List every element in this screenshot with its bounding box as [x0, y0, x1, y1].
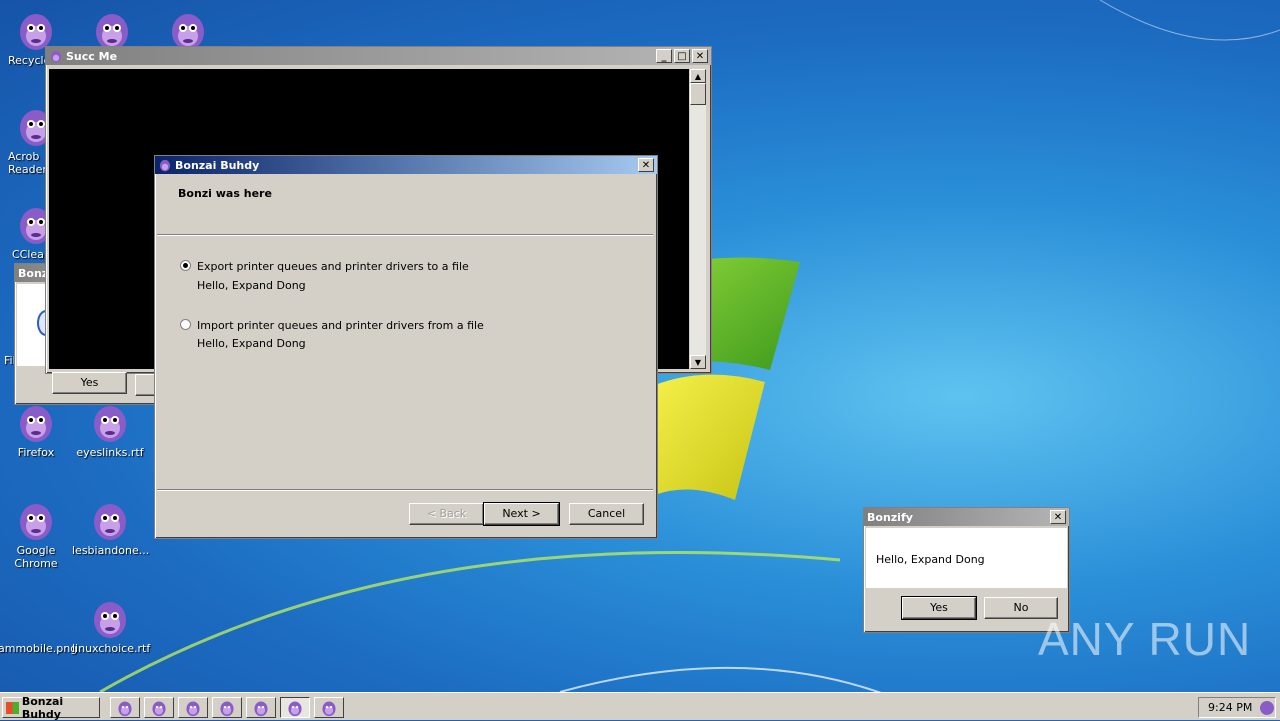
bonzai-buhdy-wizard[interactable]: Bonzai Buhdy ✕ Bonzi was here Export pri… — [154, 155, 658, 539]
header-divider — [157, 234, 653, 236]
desktop-icon-linuxchoice[interactable]: linuxchoice.rtf — [72, 596, 151, 655]
desktop-icon-label: ammobile.png — [0, 642, 78, 655]
taskbar-item-6[interactable] — [280, 697, 310, 718]
taskbar-item-4[interactable] — [212, 697, 242, 718]
maximize-button[interactable]: □ — [674, 49, 690, 63]
taskbar-item-3[interactable] — [178, 697, 208, 718]
clock[interactable]: 9:24 PM — [1208, 701, 1252, 714]
bonzify-title: Bonzify — [867, 510, 913, 524]
taskbar-item-1[interactable] — [110, 697, 140, 718]
gorilla-icon — [49, 49, 63, 63]
gorilla-icon — [281, 699, 309, 717]
scroll-down-icon[interactable]: ▼ — [690, 355, 706, 369]
desktop-icon-chrome[interactable]: Google Chrome — [0, 498, 74, 570]
gorilla-icon — [145, 699, 173, 717]
desktop-icon-label: eyeslinks.rtf — [76, 446, 144, 459]
scroll-up-icon[interactable]: ▲ — [690, 69, 706, 83]
desktop-icon-label: linuxchoice.rtf — [72, 642, 151, 655]
desktop-icon-label: Google Chrome — [14, 544, 58, 570]
gorilla-tray-icon[interactable] — [1260, 700, 1275, 715]
close-button[interactable]: ✕ — [692, 49, 708, 63]
export-option-label[interactable]: Export printer queues and printer driver… — [197, 260, 469, 273]
start-button[interactable]: Bonzai Buhdy — [2, 694, 100, 721]
gorilla-icon — [179, 699, 207, 717]
system-tray: 9:24 PM — [1198, 697, 1276, 718]
gorilla-icon — [247, 699, 275, 717]
succ-yes-button[interactable]: Yes — [52, 372, 127, 394]
desktop-icon-ammobile[interactable]: ammobile.png — [0, 596, 78, 655]
gorilla-icon — [90, 400, 130, 444]
gorilla-icon — [213, 699, 241, 717]
taskbar-item-2[interactable] — [144, 697, 174, 718]
gorilla-icon — [16, 400, 56, 444]
wizard-titlebar[interactable]: Bonzai Buhdy ✕ — [155, 156, 657, 174]
bonzify-message: Hello, Expand Dong — [876, 553, 985, 566]
minimize-button[interactable]: _ — [656, 49, 672, 63]
taskbar: Bonzai Buhdy 9:24 PM — [0, 692, 1280, 721]
gorilla-icon — [16, 498, 56, 542]
wizard-header-text: Bonzi was here — [178, 187, 272, 200]
succ-me-title: Succ Me — [66, 49, 118, 63]
taskbar-item-5[interactable] — [246, 697, 276, 718]
start-label: Bonzai Buhdy — [21, 694, 64, 721]
desktop-icon-eyeslinks[interactable]: eyeslinks.rtf — [72, 400, 148, 459]
back-button[interactable]: < Back — [409, 503, 484, 525]
import-radio[interactable] — [180, 319, 191, 330]
wizard-title: Bonzai Buhdy — [175, 158, 260, 172]
gorilla-icon — [315, 699, 343, 717]
desktop-icon-label: Firefox — [17, 446, 55, 459]
cancel-button[interactable]: Cancel — [569, 503, 644, 525]
bonzify-yes-button[interactable]: Yes — [901, 596, 977, 620]
export-radio[interactable] — [180, 260, 191, 271]
vertical-scrollbar[interactable]: ▲ ▼ — [690, 69, 706, 369]
watermark-text: ANY RUN — [1038, 613, 1252, 665]
export-option-desc: Hello, Expand Dong — [197, 279, 306, 292]
desktop-icon-firefox[interactable]: Firefox — [0, 400, 74, 459]
footer-divider — [157, 489, 653, 491]
next-button[interactable]: Next > — [483, 502, 560, 526]
gorilla-icon — [90, 596, 130, 640]
close-button[interactable]: ✕ — [638, 158, 654, 172]
desktop-icon-label: lesbiandone... — [72, 544, 150, 557]
succ-me-titlebar[interactable]: Succ Me _ □ ✕ — [46, 47, 711, 65]
gorilla-icon — [111, 699, 139, 717]
scroll-thumb[interactable] — [690, 83, 706, 105]
bonzify-titlebar[interactable]: Bonzify ✕ — [864, 508, 1069, 526]
close-button[interactable]: ✕ — [1050, 510, 1066, 524]
taskbar-item-7[interactable] — [314, 697, 344, 718]
anyrun-watermark: ANY RUN — [1038, 612, 1251, 666]
import-option-desc: Hello, Expand Dong — [197, 337, 306, 350]
gorilla-icon — [90, 498, 130, 542]
gorilla-icon — [158, 158, 172, 172]
import-option-label[interactable]: Import printer queues and printer driver… — [197, 319, 484, 332]
windows-logo-icon — [6, 701, 19, 714]
desktop-icon-lesbiandone[interactable]: lesbiandone... — [72, 498, 150, 557]
